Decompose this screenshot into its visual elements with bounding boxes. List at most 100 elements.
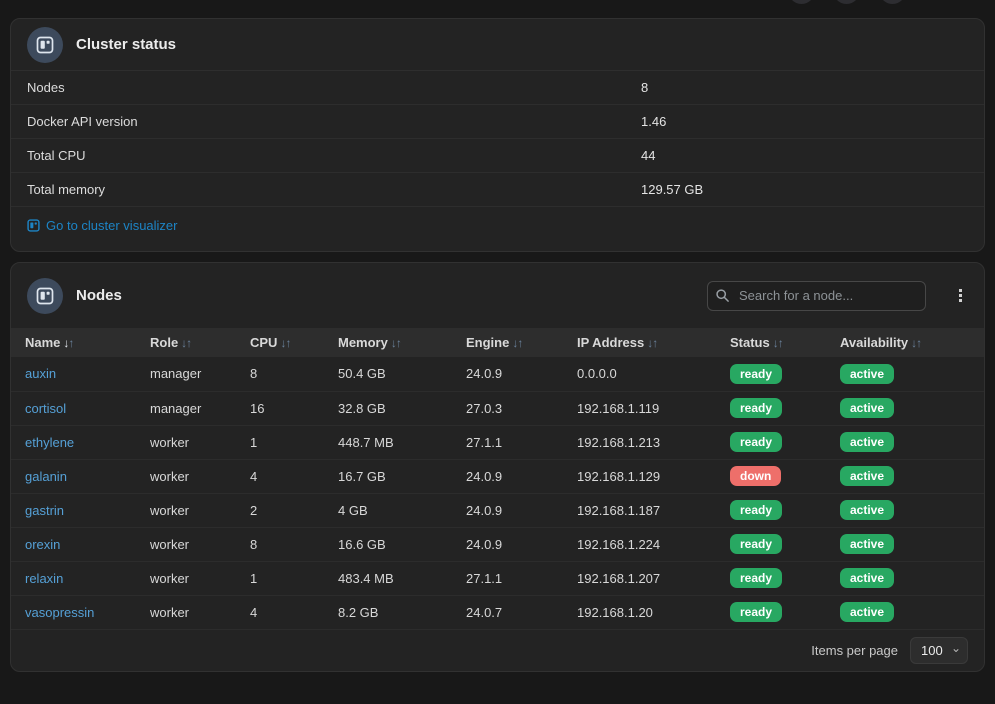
node-link[interactable]: gastrin [25,503,64,518]
column-header-availability[interactable]: Availability↓↑ [826,328,984,357]
column-header-memory[interactable]: Memory↓↑ [324,328,452,357]
node-link[interactable]: vasopressin [25,605,94,620]
node-search [707,281,926,311]
node-ip: 192.168.1.213 [563,425,716,459]
sort-icons: ↓↑ [181,336,191,350]
node-engine: 24.0.9 [452,357,563,391]
node-role: worker [136,595,236,629]
kebab-menu-icon[interactable] [953,285,968,306]
cluster-detail-row: Docker API version 1.46 [11,105,984,139]
cluster-detail-row: Total memory 129.57 GB [11,173,984,207]
header-button-partial [833,0,860,4]
sort-icons: ↓↑ [512,336,522,350]
node-cpu: 8 [236,357,324,391]
status-badge: ready [730,602,782,622]
node-ip: 192.168.1.187 [563,493,716,527]
node-role: worker [136,527,236,561]
detail-label: Nodes [27,80,641,95]
column-header-name[interactable]: Name↓↑ [11,328,136,357]
cluster-detail-row: Nodes 8 [11,71,984,105]
availability-badge: active [840,534,894,554]
node-memory: 8.2 GB [324,595,452,629]
server-widget-icon [27,27,63,63]
availability-badge: active [840,568,894,588]
detail-value: 44 [641,148,655,163]
table-row: galanin worker 4 16.7 GB 24.0.9 192.168.… [11,459,984,493]
visualizer-icon [27,219,40,232]
column-header-status[interactable]: Status↓↑ [716,328,826,357]
node-role: manager [136,391,236,425]
status-badge: ready [730,568,782,588]
column-header-cpu[interactable]: CPU↓↑ [236,328,324,357]
node-memory: 448.7 MB [324,425,452,459]
column-header-engine[interactable]: Engine↓↑ [452,328,563,357]
sort-icons: ↓↑ [647,336,657,350]
node-cpu: 4 [236,459,324,493]
node-ip: 192.168.1.119 [563,391,716,425]
node-engine: 27.1.1 [452,425,563,459]
node-ip: 192.168.1.129 [563,459,716,493]
node-role: worker [136,561,236,595]
cluster-link-row: Go to cluster visualizer [11,207,984,243]
node-engine: 27.1.1 [452,561,563,595]
detail-value: 1.46 [641,114,666,129]
node-ip: 0.0.0.0 [563,357,716,391]
table-header-row: Name↓↑ Role↓↑ CPU↓↑ Memory↓↑ Engine↓↑ IP… [11,328,984,357]
sort-icons: ↓↑ [391,336,401,350]
table-row: vasopressin worker 4 8.2 GB 24.0.7 192.1… [11,595,984,629]
table-row: ethylene worker 1 448.7 MB 27.1.1 192.16… [11,425,984,459]
table-footer: Items per page 100 ⌄ [11,630,984,672]
table-row: gastrin worker 2 4 GB 24.0.9 192.168.1.1… [11,493,984,527]
node-role: worker [136,459,236,493]
node-engine: 24.0.7 [452,595,563,629]
status-badge: ready [730,432,782,452]
node-link[interactable]: cortisol [25,401,66,416]
detail-value: 8 [641,80,648,95]
availability-badge: active [840,466,894,486]
cluster-detail-row: Total CPU 44 [11,139,984,173]
node-link[interactable]: auxin [25,366,56,381]
node-role: worker [136,425,236,459]
availability-badge: active [840,500,894,520]
node-memory: 483.4 MB [324,561,452,595]
status-badge: ready [730,398,782,418]
table-row: relaxin worker 1 483.4 MB 27.1.1 192.168… [11,561,984,595]
node-cpu: 4 [236,595,324,629]
nodes-title: Nodes [76,287,122,304]
node-memory: 32.8 GB [324,391,452,425]
cluster-status-title: Cluster status [76,36,176,53]
sort-icons: ↓↑ [63,336,73,350]
items-per-page-label: Items per page [811,643,898,658]
node-link[interactable]: relaxin [25,571,63,586]
node-link[interactable]: ethylene [25,435,74,450]
node-link[interactable]: orexin [25,537,60,552]
detail-label: Docker API version [27,114,641,129]
nodes-table: Name↓↑ Role↓↑ CPU↓↑ Memory↓↑ Engine↓↑ IP… [11,328,984,630]
status-badge: down [730,466,781,486]
availability-badge: active [840,432,894,452]
server-widget-icon [27,278,63,314]
availability-badge: active [840,364,894,384]
node-cpu: 2 [236,493,324,527]
node-cpu: 1 [236,425,324,459]
column-header-ip-address[interactable]: IP Address↓↑ [563,328,716,357]
search-node-input[interactable] [707,281,926,311]
table-row: auxin manager 8 50.4 GB 24.0.9 0.0.0.0 r… [11,357,984,391]
node-memory: 16.6 GB [324,527,452,561]
column-header-role[interactable]: Role↓↑ [136,328,236,357]
node-cpu: 1 [236,561,324,595]
items-per-page-select[interactable]: 100 [910,637,968,664]
node-memory: 50.4 GB [324,357,452,391]
detail-label: Total CPU [27,148,641,163]
node-engine: 24.0.9 [452,493,563,527]
node-memory: 16.7 GB [324,459,452,493]
nodes-header: Nodes [11,263,984,328]
go-to-cluster-visualizer-link[interactable]: Go to cluster visualizer [27,218,178,233]
cluster-status-panel: Cluster status Nodes 8 Docker API versio… [10,18,985,252]
node-ip: 192.168.1.207 [563,561,716,595]
node-ip: 192.168.1.20 [563,595,716,629]
detail-label: Total memory [27,182,641,197]
sort-icons: ↓↑ [911,336,921,350]
sort-icons: ↓↑ [280,336,290,350]
node-link[interactable]: galanin [25,469,67,484]
